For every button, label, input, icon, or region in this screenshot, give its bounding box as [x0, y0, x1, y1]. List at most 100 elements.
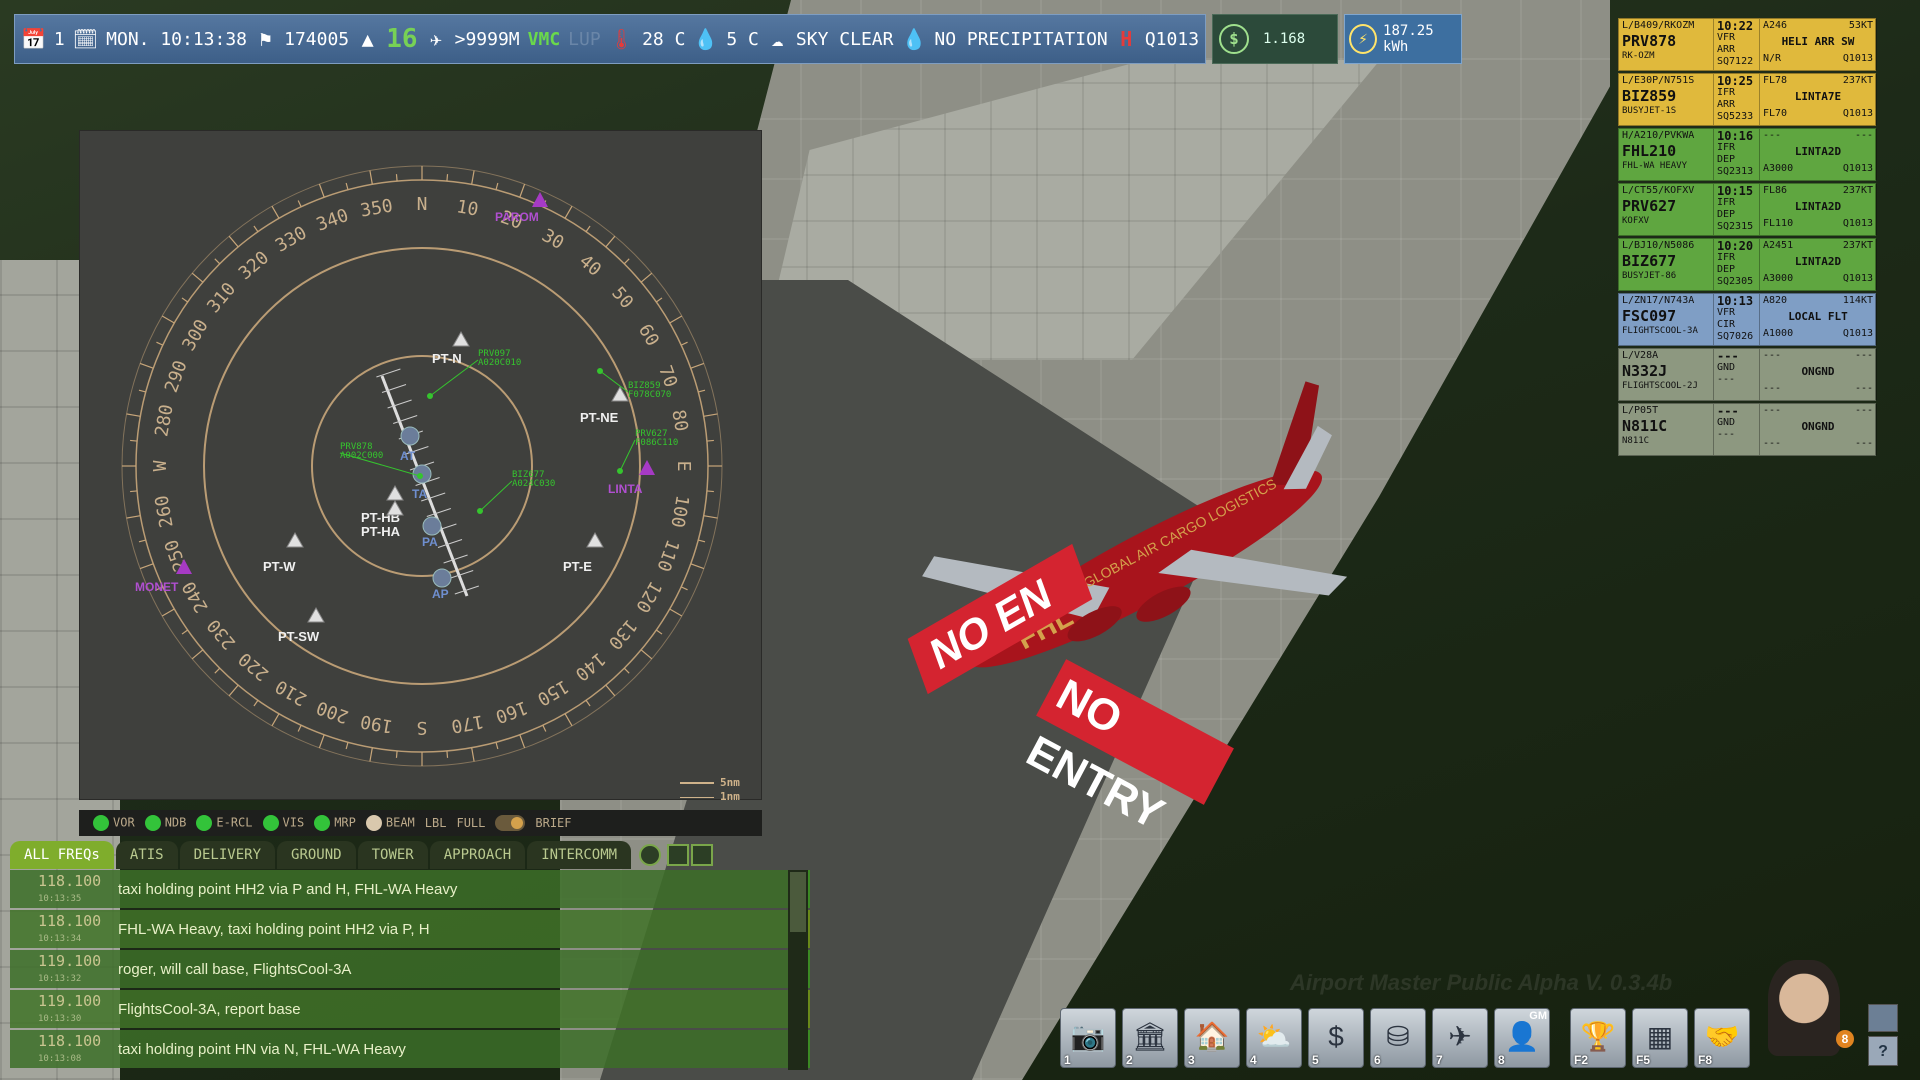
- strip-rfl: N/R: [1763, 52, 1782, 64]
- advisor-avatar[interactable]: [1768, 960, 1840, 1056]
- cargo-aircraft[interactable]: GLOBAL AIR CARGO LOGISTICS FHL: [900, 380, 1380, 740]
- compass-bearing-label: 50: [607, 283, 637, 313]
- lup-indicator: LUP: [568, 28, 601, 50]
- terminal-icon: 🏛: [1132, 1021, 1168, 1052]
- hangar-button[interactable]: 🏠 3: [1184, 1008, 1240, 1068]
- tab-delivery[interactable]: DELIVERY: [179, 841, 276, 869]
- scale-1nm-label: 1nm: [720, 790, 740, 803]
- comm-message[interactable]: 119.100 10:13:30 FlightsCool-3A, report …: [10, 990, 810, 1028]
- tab-intercomm[interactable]: INTERCOMM: [527, 841, 632, 869]
- compass-tick: [228, 684, 239, 697]
- precipitation: NO PRECIPITATION: [934, 28, 1108, 50]
- tab-approach[interactable]: APPROACH: [429, 841, 526, 869]
- compass-tick: [669, 315, 683, 324]
- comm-message-log: 118.100 10:13:35 taxi holding point HH2 …: [10, 870, 810, 1070]
- settings-icon[interactable]: [1868, 1004, 1898, 1032]
- toggle-full[interactable]: FULL: [456, 816, 485, 830]
- finance-box[interactable]: $ 1.168: [1212, 14, 1338, 64]
- flight-strip[interactable]: H/A210/PVKWA FHL210 FHL-WA HEAVY 10:16 I…: [1618, 128, 1877, 181]
- comm-message[interactable]: 118.100 10:13:34 FHL-WA Heavy, taxi hold…: [10, 910, 810, 948]
- comm-frequency: 118.100: [38, 912, 102, 930]
- compass-bearing-label: W: [150, 460, 171, 471]
- toggle-lbl[interactable]: LBL: [425, 816, 447, 830]
- flight-strip[interactable]: L/P05T N811C N811C --- GND --- --- --- O…: [1618, 403, 1877, 456]
- ercl-label: E-RCL: [216, 815, 253, 830]
- flight-strip[interactable]: L/CT55/KOFXV PRV627 KOFXV 10:15 IFR DEP …: [1618, 183, 1877, 236]
- schedule-button[interactable]: ▦ F5: [1632, 1008, 1688, 1068]
- waypoint-label: PT-NE: [580, 410, 619, 425]
- tab-tower[interactable]: TOWER: [357, 841, 428, 869]
- compass-tick: [191, 649, 204, 660]
- compass-bearing-label: 300: [178, 316, 212, 355]
- compass-tick: [680, 341, 688, 346]
- compass-bearing-label: 100: [666, 494, 692, 530]
- fuel-tank-button[interactable]: ⛁ 6: [1370, 1008, 1426, 1068]
- manager-button[interactable]: 👤 8 GM: [1494, 1008, 1550, 1068]
- toggle-vor[interactable]: VOR: [93, 815, 135, 831]
- dollar-button[interactable]: $5: [1308, 1008, 1364, 1068]
- calendar-icon[interactable]: 📅: [21, 24, 46, 54]
- strip-type: DEP: [1717, 264, 1736, 275]
- compass-tick: [495, 182, 499, 190]
- strip-rfl: ---: [1763, 382, 1782, 394]
- flight-strip[interactable]: L/V28A N332J FLIGHTSCOOL-2J --- GND --- …: [1618, 348, 1877, 401]
- expand-log-icon[interactable]: [667, 844, 690, 866]
- strip-time-cell: 10:22 VFR ARR SQ7122: [1714, 19, 1760, 70]
- aircraft-button[interactable]: ✈ 7: [1432, 1008, 1488, 1068]
- flight-strip[interactable]: L/E30P/N751S BIZ859 BUSYJET-1S 10:25 IFR…: [1618, 73, 1877, 126]
- compass-tick: [446, 750, 449, 758]
- scale-5nm-label: 5nm: [720, 776, 740, 789]
- radar-scope[interactable]: N 10 20 30 40 50 60 70 80 E 100 110 120 130 140 150 160 1…: [79, 130, 763, 803]
- visibility: >9999M: [454, 28, 520, 50]
- help-icon[interactable]: ?: [1868, 1036, 1898, 1066]
- toggle-vis[interactable]: VIS: [262, 815, 305, 831]
- compass-tick: [605, 684, 616, 697]
- datetime: MON. 10:13:38: [106, 28, 248, 50]
- compass-tick: [161, 315, 175, 324]
- comm-scrollbar-thumb[interactable]: [790, 872, 806, 932]
- toggle-mrp[interactable]: MRP: [314, 815, 356, 831]
- headset-icon[interactable]: [639, 844, 662, 866]
- flight-strip[interactable]: L/B409/RKOZM PRV878 RK-OZM 10:22 VFR ARR…: [1618, 18, 1877, 71]
- resize-log-icon[interactable]: [691, 844, 714, 866]
- strip-callsign: FSC097: [1622, 307, 1677, 325]
- comm-frequency-tabs: ALL FREQs ATIS DELIVERY GROUND TOWER APPROACH…: [10, 840, 810, 870]
- trophy-button[interactable]: 🏆 F2: [1570, 1008, 1626, 1068]
- tab-ground[interactable]: GROUND: [277, 841, 356, 869]
- flight-strip[interactable]: L/BJ10/N5086 BIZ677 BUSYJET-86 10:20 IFR…: [1618, 238, 1877, 291]
- comm-message[interactable]: 118.100 10:13:08 taxi holding point HN v…: [10, 1030, 810, 1068]
- radar-svg[interactable]: N 10 20304050607080E1001101201301401501601…: [80, 131, 763, 801]
- brief-label: BRIEF: [535, 816, 572, 830]
- compass-bearing-label: 160: [493, 696, 531, 727]
- terminal-button[interactable]: 🏛 2: [1122, 1008, 1178, 1068]
- compass-bearing-label: 330: [272, 222, 311, 256]
- toggle-ndb[interactable]: NDB: [144, 815, 186, 831]
- strip-time: 10:22: [1717, 19, 1754, 33]
- qnh: Q1013: [1144, 28, 1200, 50]
- flight-strip[interactable]: L/ZN17/N743A FSC097 FLIGHTSCOOL-3A 10:13…: [1618, 293, 1877, 346]
- energy-box[interactable]: ⚡ 187.25 kWh: [1344, 14, 1462, 64]
- compass-tick: [585, 699, 591, 707]
- comm-message[interactable]: 118.100 10:13:35 taxi holding point HH2 …: [10, 870, 810, 908]
- toggle-beam[interactable]: BEAM: [365, 815, 415, 831]
- fix-label: LINTA: [608, 482, 643, 496]
- handshake-icon: 🤝: [1704, 1021, 1740, 1052]
- tab-all-freqs[interactable]: ALL FREQs: [10, 841, 114, 869]
- compass-tick: [156, 341, 164, 346]
- camera-button[interactable]: 📷 1: [1060, 1008, 1116, 1068]
- comm-scrollbar[interactable]: [788, 870, 808, 1070]
- strip-type: GND: [1717, 362, 1736, 373]
- runway-threshold-marker: [400, 426, 420, 446]
- brief-toggle-switch[interactable]: [495, 815, 526, 831]
- pressure-icon: H: [1120, 27, 1133, 51]
- money-value: 1.168: [1263, 31, 1306, 47]
- strip-rules: IFR: [1717, 197, 1736, 208]
- handshake-button[interactable]: 🤝 F8: [1694, 1008, 1750, 1068]
- strip-qnh: ---: [1854, 437, 1873, 449]
- weather-button[interactable]: ⛅ 4: [1246, 1008, 1302, 1068]
- compass-tick: [446, 174, 449, 182]
- vis-label: VIS: [282, 815, 305, 830]
- comm-message[interactable]: 119.100 10:13:32 roger, will call base, …: [10, 950, 810, 988]
- tab-atis[interactable]: ATIS: [115, 841, 178, 869]
- toggle-ercl[interactable]: E-RCL: [196, 815, 253, 831]
